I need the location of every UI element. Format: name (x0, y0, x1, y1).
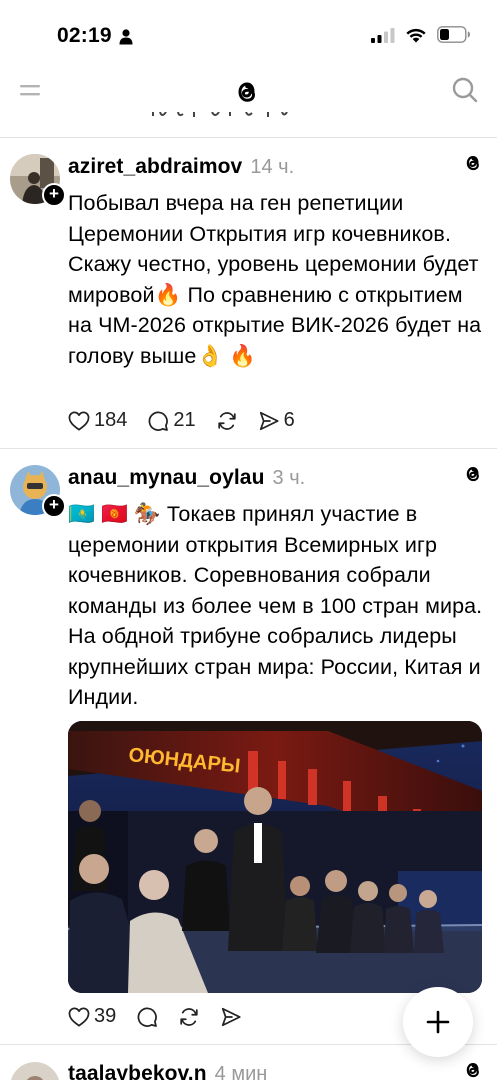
battery-icon (437, 26, 470, 43)
like-count: 39 (94, 1005, 117, 1027)
scrolled-text-fragment (152, 112, 288, 117)
wifi-icon (406, 28, 426, 42)
send-icon (222, 1007, 241, 1026)
top-navigation-bar (0, 66, 497, 118)
menu-icon[interactable] (19, 80, 43, 102)
reply-button[interactable] (136, 1006, 158, 1028)
post-photo[interactable]: ОЮНДАРЫ (68, 721, 482, 993)
status-icons (371, 26, 471, 43)
ceremony-photo: ОЮНДАРЫ (68, 721, 482, 993)
post-text: Побывал вчера на ген репетиции Церемонии… (68, 191, 482, 368)
cellular-signal-icon (371, 27, 395, 43)
send-icon (259, 411, 279, 430)
avatar-image (10, 1062, 60, 1080)
avatar[interactable]: + (10, 465, 66, 518)
repost-button[interactable] (178, 1006, 200, 1028)
username[interactable]: anau_mynau_oylau (68, 466, 265, 490)
repost-icon (180, 1007, 198, 1026)
post-header: taalaybekov.n 4 мин (68, 1062, 267, 1080)
heart-icon (68, 411, 90, 430)
post-actions: 184 21 6 (68, 409, 315, 432)
share-button[interactable] (220, 1006, 242, 1028)
follow-plus-icon[interactable]: + (42, 183, 66, 207)
repost-icon (217, 411, 236, 430)
person-icon (119, 29, 133, 45)
post-header: anau_mynau_oylau 3 ч. (68, 466, 305, 490)
post-header: aziret_abdraimov 14 ч. (68, 155, 294, 179)
post-time: 3 ч. (272, 467, 306, 489)
avatar[interactable]: + (10, 154, 66, 207)
repost-button[interactable] (216, 410, 238, 432)
create-post-button[interactable] (403, 987, 473, 1057)
like-count: 184 (94, 409, 128, 431)
post-time: 14 ч. (250, 156, 295, 178)
threads-icon[interactable] (462, 152, 484, 174)
reply-count: 21 (173, 409, 196, 431)
reply-button[interactable]: 21 (147, 409, 196, 432)
threads-icon[interactable] (462, 1059, 484, 1080)
status-time: 02:19 (57, 24, 112, 47)
feed-post[interactable]: + aziret_abdraimov 14 ч. Побывал вчера н… (0, 138, 497, 448)
post-actions: 39 (68, 1005, 262, 1028)
username[interactable]: taalaybekov.n (68, 1062, 207, 1080)
threads-icon[interactable] (462, 463, 484, 485)
comment-icon (148, 411, 169, 431)
like-button[interactable]: 184 (68, 409, 127, 432)
share-count: 6 (283, 409, 295, 431)
post-time: 4 мин (214, 1063, 268, 1080)
share-button[interactable]: 6 (258, 409, 295, 432)
status-bar: 02:19 (0, 0, 497, 66)
username[interactable]: aziret_abdraimov (68, 155, 242, 179)
threads-logo-icon[interactable] (232, 76, 262, 108)
heart-icon (68, 1007, 90, 1026)
plus-icon (426, 1010, 450, 1034)
search-icon[interactable] (451, 76, 479, 104)
comment-icon (137, 1007, 158, 1027)
follow-plus-icon[interactable]: + (42, 494, 66, 518)
post-text: 🇰🇿 🇰🇬 🏇 Токаев принял участие в церемони… (68, 502, 483, 709)
avatar[interactable] (10, 1062, 60, 1080)
like-button[interactable]: 39 (68, 1005, 116, 1028)
